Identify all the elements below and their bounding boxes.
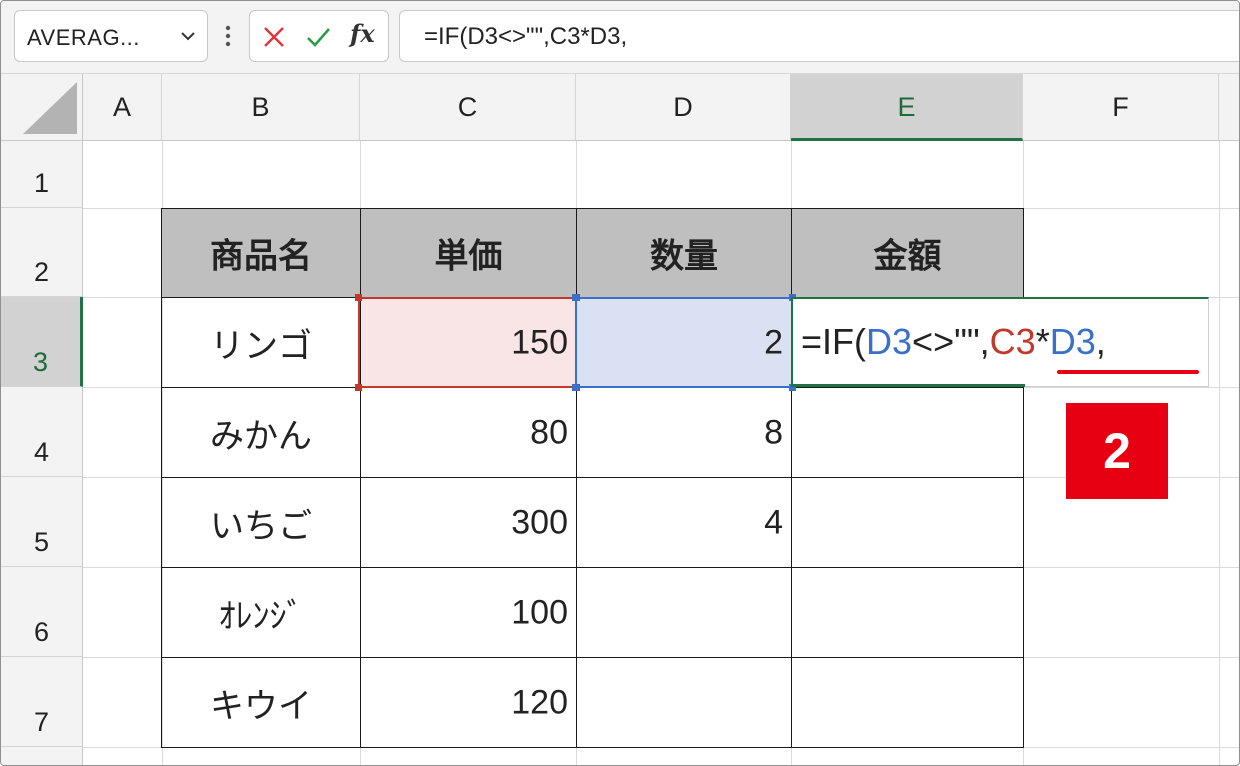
row-header-7[interactable]: 7 — [1, 657, 83, 747]
in-cell-formula: =IF(D3<>"",C3*D3, — [801, 321, 1106, 363]
header-label: 商品名 — [210, 237, 312, 276]
excel-window: AVERAG... fx =IF(D3<>"",C3*D3, A B C D E… — [0, 0, 1240, 766]
table-header-cell[interactable]: 数量 — [576, 208, 792, 298]
name-box[interactable]: AVERAG... — [14, 10, 208, 62]
table-cell-amount[interactable] — [791, 387, 1024, 478]
select-all-triangle-icon — [23, 82, 77, 134]
row-number: 4 — [33, 437, 50, 467]
table-cell-name[interactable]: みかん — [161, 387, 361, 478]
select-all-corner[interactable] — [1, 74, 83, 141]
row-header-5[interactable]: 5 — [1, 477, 83, 567]
table-cell-qty-d3[interactable]: 2 — [576, 297, 792, 388]
cell-value: 120 — [511, 683, 568, 721]
step-badge: 2 — [1066, 403, 1168, 499]
row-header-4[interactable]: 4 — [1, 387, 83, 477]
table-cell-qty[interactable] — [576, 567, 792, 658]
header-label: 数量 — [650, 237, 718, 276]
cell-value: みかん — [210, 417, 312, 455]
gridline — [1219, 141, 1220, 765]
name-box-value: AVERAG... — [27, 25, 140, 50]
cell-value: 8 — [764, 413, 783, 451]
cell-value: 300 — [511, 503, 568, 541]
table-cell-price[interactable]: 300 — [360, 477, 577, 568]
row-number: 3 — [32, 347, 49, 377]
formula-part: * — [1035, 321, 1050, 362]
row-header-1[interactable]: 1 — [1, 141, 83, 208]
chevron-down-icon[interactable] — [177, 25, 199, 47]
header-label: 単価 — [434, 237, 503, 276]
cell-value: キウイ — [210, 687, 312, 725]
table-cell-price[interactable]: 100 — [360, 567, 577, 658]
formula-input[interactable]: =IF(D3<>"",C3*D3, — [399, 10, 1239, 62]
table-cell-qty[interactable]: 8 — [576, 387, 792, 478]
formula-part: =IF( — [801, 321, 867, 362]
table-cell-amount[interactable] — [791, 567, 1024, 658]
insert-function-button[interactable]: fx — [350, 19, 375, 48]
column-header-c[interactable]: C — [360, 74, 576, 141]
row-number: 2 — [33, 257, 50, 287]
cell-value: リンゴ — [210, 327, 312, 365]
formula-controls: fx — [249, 10, 389, 62]
formula-ref-d3: D3 — [866, 321, 913, 362]
cell-value: 2 — [764, 323, 783, 361]
row-header-2[interactable]: 2 — [1, 208, 83, 297]
cell-value: 80 — [530, 413, 568, 451]
cell-value: ｵﾚﾝｼﾞ — [218, 597, 304, 635]
table-cell-name[interactable]: ｵﾚﾝｼﾞ — [161, 567, 361, 658]
row-number: 6 — [33, 617, 50, 647]
row-number: 5 — [33, 527, 50, 557]
row-header-8-partial[interactable] — [1, 747, 83, 765]
table-cell-amount[interactable] — [791, 477, 1024, 568]
row-number: 1 — [33, 168, 50, 198]
row-number: 7 — [33, 707, 50, 737]
table-cell-amount[interactable] — [791, 657, 1024, 748]
table-cell-price-c3[interactable]: 150 — [360, 297, 577, 388]
enter-check-icon[interactable] — [304, 23, 332, 51]
column-header-g-partial[interactable] — [1219, 74, 1239, 141]
cell-value: 150 — [511, 323, 568, 361]
table-cell-name[interactable]: いちご — [161, 477, 361, 568]
formula-ref-d3: D3 — [1049, 321, 1096, 362]
annotation-underline — [1057, 370, 1199, 374]
formula-ref-c3: C3 — [989, 321, 1036, 362]
cell-value: 4 — [764, 503, 783, 541]
cell-value: 100 — [511, 593, 568, 631]
row-header-3[interactable]: 3 — [1, 297, 83, 387]
table-cell-price[interactable]: 80 — [360, 387, 577, 478]
column-header-b[interactable]: B — [162, 74, 360, 141]
active-cell-border — [791, 384, 1025, 387]
cancel-icon[interactable] — [260, 23, 288, 51]
formula-part: <>"", — [912, 321, 990, 362]
table-cell-price[interactable]: 120 — [360, 657, 577, 748]
column-header-a[interactable]: A — [83, 74, 162, 141]
table-cell-name[interactable]: リンゴ — [161, 297, 361, 388]
table-header-cell[interactable]: 商品名 — [161, 208, 361, 298]
table-cell-qty[interactable] — [576, 657, 792, 748]
formula-text: =IF(D3<>"",C3*D3, — [424, 23, 628, 50]
table-header-cell[interactable]: 金額 — [791, 208, 1024, 298]
table-header-cell[interactable]: 単価 — [360, 208, 577, 298]
header-label: 金額 — [873, 237, 942, 276]
table-cell-qty[interactable]: 4 — [576, 477, 792, 568]
formula-bar: AVERAG... fx =IF(D3<>"",C3*D3, — [1, 1, 1239, 74]
table-cell-name[interactable]: キウイ — [161, 657, 361, 748]
row-header-6[interactable]: 6 — [1, 567, 83, 657]
column-header-d[interactable]: D — [576, 74, 791, 141]
cell-value: いちご — [210, 507, 312, 545]
column-header-e[interactable]: E — [791, 74, 1023, 141]
formula-part: , — [1095, 321, 1106, 362]
column-header-f[interactable]: F — [1023, 74, 1219, 141]
more-options-icon[interactable] — [223, 23, 233, 49]
